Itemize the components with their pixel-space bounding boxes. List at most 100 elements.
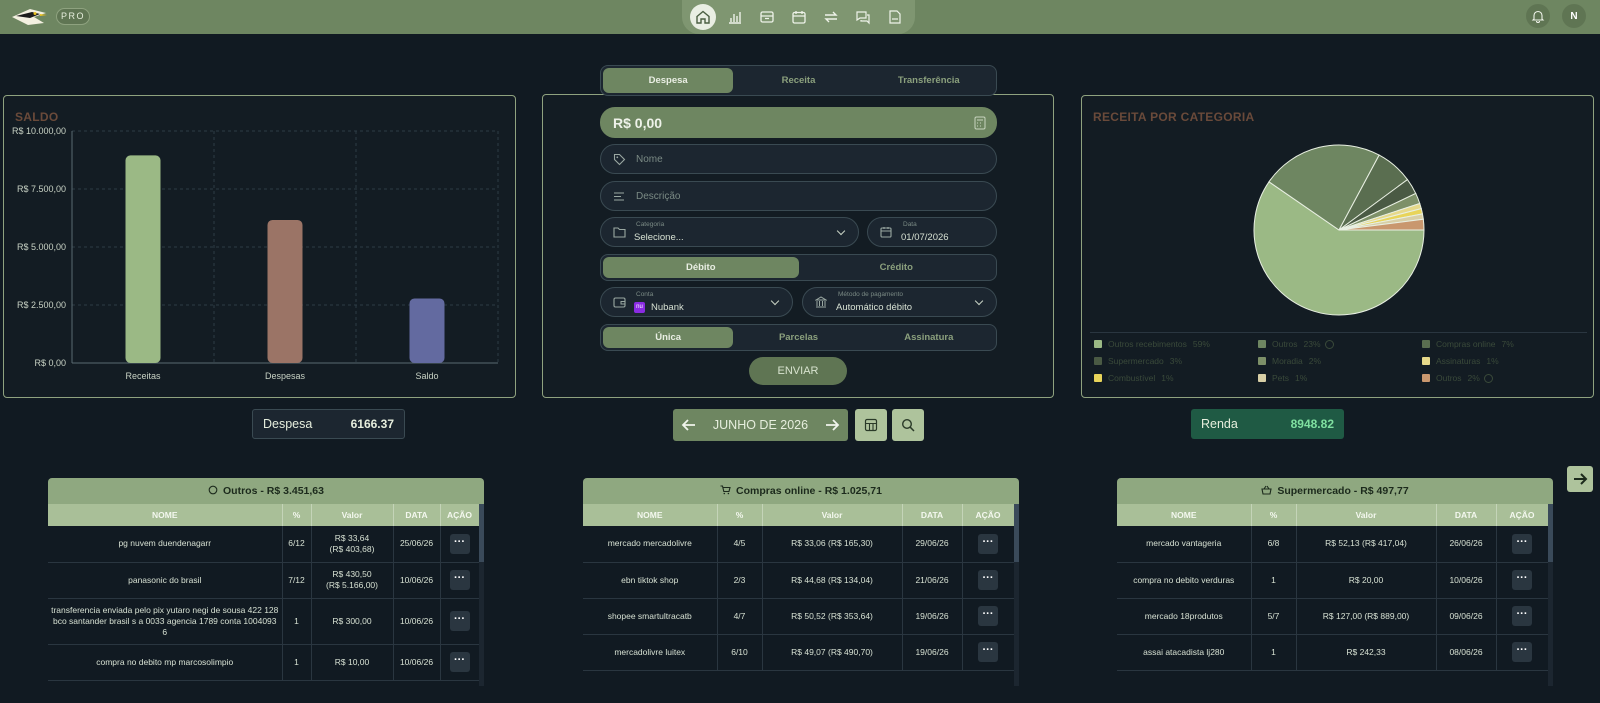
column-header[interactable]: DATA: [393, 504, 441, 526]
legend-item[interactable]: Outros 2%: [1422, 373, 1493, 383]
column-header[interactable]: %: [717, 504, 763, 526]
amount-field[interactable]: R$ 0,00: [600, 107, 997, 138]
column-header[interactable]: NOME: [48, 504, 283, 526]
table-cell: 1: [1251, 562, 1297, 599]
date-field[interactable]: Data 01/07/2026: [867, 217, 997, 247]
tab-receita[interactable]: Receita: [733, 68, 863, 93]
more-options-icon[interactable]: ···: [449, 652, 470, 672]
more-options-icon[interactable]: ···: [978, 533, 998, 554]
more-options-icon[interactable]: ···: [978, 606, 998, 626]
more-options-icon[interactable]: ···: [1512, 533, 1532, 554]
table-row[interactable]: compra no debito mp marcosolimpio 1 R$ 10,…: [48, 644, 480, 681]
table-row[interactable]: pg nuvem duendenagarr 6/12 R$ 33,64 (R$ 40…: [48, 526, 480, 563]
table-row[interactable]: panasonic do brasil 7/12 R$ 430,50 (R$ 5.1…: [48, 562, 480, 599]
table-row[interactable]: assai atacadista lj280 1 R$ 242,33 08/06/26…: [1117, 634, 1549, 671]
more-options-icon[interactable]: ···: [1512, 642, 1532, 662]
legend-item[interactable]: Moradia 2%: [1258, 356, 1321, 366]
search-button-icon[interactable]: [892, 409, 924, 441]
scrollbar-thumb[interactable]: [1014, 504, 1019, 562]
calculator-icon[interactable]: [974, 116, 986, 130]
column-header[interactable]: Valor: [311, 504, 394, 526]
send-button[interactable]: ENVIAR: [749, 357, 847, 385]
column-header[interactable]: Valor: [762, 504, 903, 526]
nav-bar-chart-icon[interactable]: [722, 4, 748, 30]
category-select[interactable]: Categoria Selecione...: [600, 217, 859, 247]
tab-parcelas[interactable]: Parcelas: [733, 327, 863, 348]
calculator-button-icon[interactable]: [855, 409, 887, 441]
table-row[interactable]: mercado 18produtos 5/7 R$ 127,00 (R$ 889,0…: [1117, 598, 1549, 635]
tab-unica[interactable]: Única: [603, 327, 734, 348]
name-input[interactable]: Nome: [600, 144, 997, 174]
legend-item[interactable]: Combustível 1%: [1094, 373, 1174, 383]
column-header[interactable]: DATA: [1436, 504, 1497, 526]
legend-item[interactable]: Outros recebimentos 59%: [1094, 339, 1210, 349]
category-card-supermercado: Supermercado - R$ 497,77 NOME% Valor DATA AÇ…: [1117, 478, 1553, 686]
legend-item[interactable]: Supermercado 3%: [1094, 356, 1182, 366]
more-options-icon[interactable]: ···: [978, 570, 998, 590]
legend-item[interactable]: Compras online 7%: [1422, 339, 1514, 349]
category-card-title: Supermercado - R$ 497,77: [1277, 485, 1409, 497]
account-select[interactable]: Conta nu Nubank: [600, 287, 793, 317]
legend-label: Compras online: [1436, 339, 1496, 349]
table-row[interactable]: ebn tiktok shop 2/3 R$ 44,68 (R$ 134,04) 21…: [583, 562, 1015, 599]
more-options-icon[interactable]: ···: [449, 570, 470, 590]
table-row[interactable]: shopee smartultracatb 4/7 R$ 50,52 (R$ 353…: [583, 598, 1015, 635]
circle-icon: [208, 479, 218, 505]
category-card-outros: Outros - R$ 3.451,63 NOME% Valor DATA AÇÃO pg…: [48, 478, 484, 686]
column-header[interactable]: %: [1251, 504, 1297, 526]
column-header[interactable]: Valor: [1296, 504, 1437, 526]
legend-item[interactable]: Pets 1%: [1258, 373, 1307, 383]
tab-transferencia[interactable]: Transferência: [864, 68, 994, 93]
scrollbar-thumb[interactable]: [1548, 504, 1553, 562]
x-tick-label: Despesas: [265, 371, 306, 381]
column-header[interactable]: AÇÃO: [962, 504, 1015, 526]
column-header[interactable]: AÇÃO: [1496, 504, 1549, 526]
next-page-arrow-icon[interactable]: [1567, 466, 1593, 492]
nav-home-icon[interactable]: [690, 4, 716, 30]
column-header[interactable]: NOME: [1117, 504, 1252, 526]
tab-assinatura[interactable]: Assinatura: [864, 327, 994, 348]
more-options-icon[interactable]: ···: [1512, 570, 1532, 590]
nav-calendar-icon[interactable]: [786, 4, 812, 30]
table-cell: R$ 242,33: [1296, 634, 1437, 671]
legend-swatch: [1422, 374, 1430, 382]
nav-transfer-icon[interactable]: [818, 4, 844, 30]
nav-chat-icon[interactable]: [850, 4, 876, 30]
info-icon[interactable]: [1324, 339, 1334, 349]
more-options-icon[interactable]: ···: [1512, 606, 1532, 626]
column-header[interactable]: %: [282, 504, 312, 526]
lines-icon: [613, 191, 625, 202]
table-cell: R$ 300,00: [311, 598, 394, 645]
legend-label: Outros: [1272, 339, 1298, 349]
app-logo[interactable]: [10, 3, 48, 31]
toggle-credito[interactable]: Crédito: [799, 257, 995, 278]
more-options-icon[interactable]: ···: [978, 642, 998, 662]
payment-method-select[interactable]: Método de pagamento Automático débito: [802, 287, 997, 317]
arrow-right-icon[interactable]: [824, 417, 840, 433]
legend-item[interactable]: Outros 23%: [1258, 339, 1334, 349]
table-row[interactable]: mercadolivre luitex 6/10 R$ 49,07 (R$ 490,…: [583, 634, 1015, 671]
nav-export-file-icon[interactable]: [882, 4, 908, 30]
chevron-down-icon: [836, 226, 846, 236]
nav-archive-icon[interactable]: [754, 4, 780, 30]
toggle-debito[interactable]: Débito: [603, 257, 799, 278]
more-options-icon[interactable]: ···: [449, 533, 470, 554]
column-header[interactable]: NOME: [583, 504, 718, 526]
table-row[interactable]: compra no debito verduras 1 R$ 20,00 10/06/…: [1117, 562, 1549, 599]
scrollbar-thumb[interactable]: [479, 504, 484, 562]
legend-item[interactable]: Assinaturas 1%: [1422, 356, 1499, 366]
table-row[interactable]: mercado mercadolivre 4/5 R$ 33,06 (R$ 165,…: [583, 526, 1015, 563]
row-action-cell: ···: [962, 526, 1015, 563]
info-icon[interactable]: [1483, 373, 1493, 383]
table-row[interactable]: mercado vantageria 6/8 R$ 52,13 (R$ 417,04…: [1117, 526, 1549, 563]
user-avatar[interactable]: N: [1562, 4, 1586, 28]
tab-despesa[interactable]: Despesa: [603, 68, 734, 93]
notifications-bell-icon[interactable]: [1526, 4, 1550, 28]
column-header[interactable]: DATA: [902, 504, 963, 526]
legend-percent: 7%: [1501, 339, 1514, 349]
more-options-icon[interactable]: ···: [449, 611, 470, 631]
x-tick-label: Saldo: [415, 371, 438, 381]
description-input[interactable]: Descrição: [600, 181, 997, 211]
column-header[interactable]: AÇÃO: [440, 504, 480, 526]
table-row[interactable]: transferencia enviada pelo pix yutaro ne…: [48, 598, 480, 645]
